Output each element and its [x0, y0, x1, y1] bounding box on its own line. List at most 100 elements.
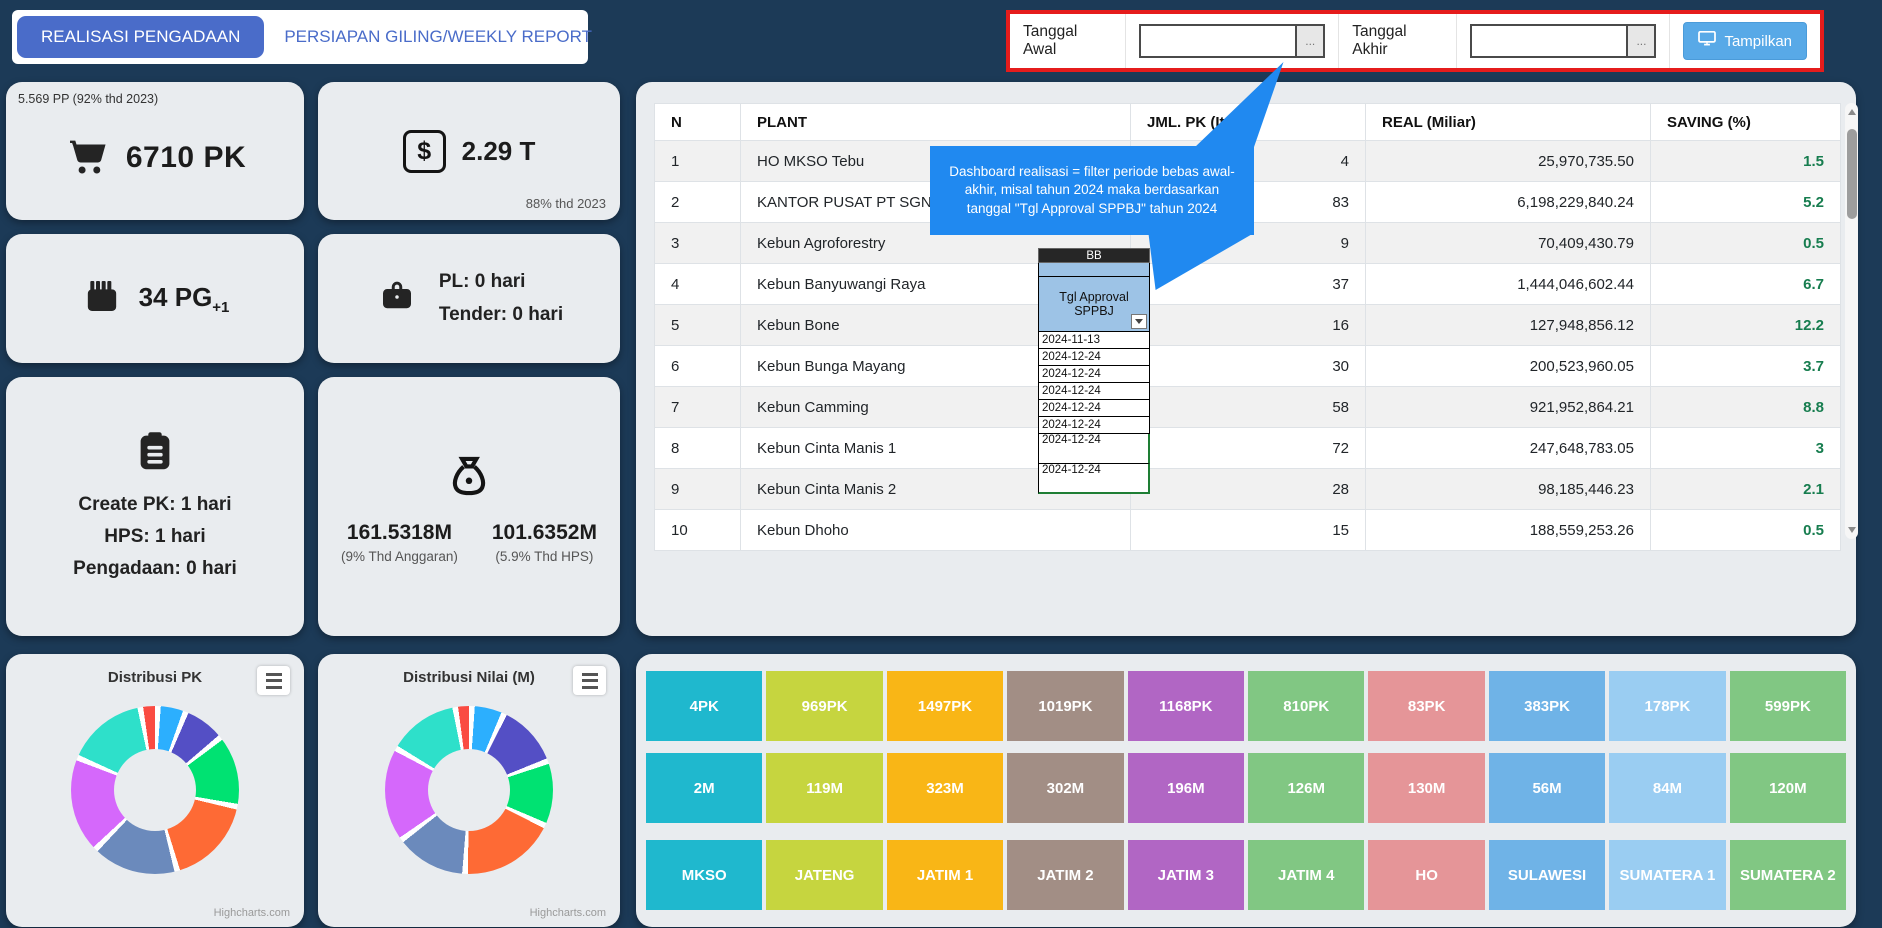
region-pk-cell: 178PK — [1609, 671, 1725, 741]
factory-icon — [81, 276, 123, 321]
tab-persiapan-giling-weekly-report[interactable]: PERSIAPAN GILING/WEEKLY REPORT — [270, 16, 606, 58]
pengadaan-line: Pengadaan: 0 hari — [73, 553, 237, 585]
pg-subscript: +1 — [212, 299, 229, 316]
dashboard-root: REALISASI PENGADAAN PERSIAPAN GILING/WEE… — [0, 0, 1882, 928]
jml-pk-cell: 16 — [1131, 305, 1366, 346]
region-name-cell: SUMATERA 2 — [1730, 840, 1846, 910]
cart-icon — [64, 135, 110, 182]
region-name-cell: JATIM 2 — [1007, 840, 1123, 910]
excel-date-cell: 2024-11-13 — [1038, 332, 1150, 349]
real-cell: 6,198,229,840.24 — [1366, 182, 1651, 223]
tanggal-akhir-cell: Tanggal Akhir — [1339, 14, 1457, 68]
tanggal-awal-picker-button[interactable]: ... — [1295, 24, 1325, 58]
region-name-row: MKSOJATENGJATIM 1JATIM 2JATIM 3JATIM 4HO… — [646, 840, 1846, 910]
distribusi-pk-donut[interactable] — [71, 706, 239, 874]
region-nilai-cell: 130M — [1368, 753, 1484, 823]
table-row: 4Kebun Banyuwangi Raya371,444,046,602.44… — [655, 264, 1841, 305]
scroll-up-arrow[interactable] — [1845, 105, 1858, 119]
highcharts-credit: Highcharts.com — [530, 907, 606, 919]
pg-value: 34 PG+1 — [139, 282, 230, 316]
region-nilai-cell: 119M — [766, 753, 882, 823]
real-cell: 200,523,960.05 — [1366, 346, 1651, 387]
region-pk-row: 4PK969PK1497PK1019PK1168PK810PK83PK383PK… — [646, 671, 1846, 741]
excel-date-cell: 2024-12-24 — [1038, 349, 1150, 366]
region-nilai-cell: 56M — [1489, 753, 1605, 823]
saving-cell: 0.5 — [1651, 223, 1841, 264]
region-nilai-cell: 2M — [646, 753, 762, 823]
saving-cell: 1.5 — [1651, 141, 1841, 182]
region-name-cell: JATIM 3 — [1128, 840, 1244, 910]
hps-line: HPS: 1 hari — [73, 521, 237, 553]
plant-cell: Kebun Dhoho — [741, 510, 1131, 551]
durasi-lines: Create PK: 1 hari HPS: 1 hari Pengadaan:… — [73, 489, 237, 586]
table-row: 8Kebun Cinta Manis 172247,648,783.053 — [655, 428, 1841, 469]
real-cell: 127,948,856.12 — [1366, 305, 1651, 346]
jml-pk-cell: 58 — [1131, 387, 1366, 428]
region-name-cell: JATENG — [766, 840, 882, 910]
n-cell: 8 — [655, 428, 741, 469]
region-nilai-cell: 126M — [1248, 753, 1364, 823]
region-name-cell: SULAWESI — [1489, 840, 1605, 910]
region-name-cell: HO — [1368, 840, 1484, 910]
saving-anggaran-value: 161.5318M — [341, 521, 458, 545]
n-cell: 2 — [655, 182, 741, 223]
real-cell: 1,444,046,602.44 — [1366, 264, 1651, 305]
nilai-total-value: 2.29 T — [462, 136, 536, 167]
money-bag-icon — [443, 450, 495, 507]
clipboard-list-icon — [132, 428, 178, 479]
saving-cell: 2.1 — [1651, 469, 1841, 510]
excel-date-cell: 2024-12-24 — [1038, 400, 1150, 417]
table-row: 9Kebun Cinta Manis 22898,185,446.232.1 — [655, 469, 1841, 510]
saving-hps-note: (5.9% Thd HPS) — [492, 549, 597, 564]
tampilkan-button[interactable]: Tampilkan — [1683, 22, 1807, 60]
kpi-card-pg: 34 PG+1 — [6, 234, 304, 363]
tanggal-akhir-label: Tanggal Akhir — [1352, 23, 1443, 59]
nilai-note: 88% thd 2023 — [526, 196, 606, 211]
n-cell: 4 — [655, 264, 741, 305]
excel-date-cell: 2024-12-24 — [1038, 366, 1150, 383]
jml-pk-cell: 72 — [1131, 428, 1366, 469]
scroll-down-arrow[interactable] — [1845, 523, 1858, 537]
saving-cell: 3.7 — [1651, 346, 1841, 387]
jml-pk-cell: 28 — [1131, 469, 1366, 510]
pl-tender-lines: PL: 0 hari Tender: 0 hari — [439, 266, 563, 331]
annotation-callout: Dashboard realisasi = filter periode beb… — [930, 146, 1254, 235]
n-cell: 1 — [655, 141, 741, 182]
distribusi-nilai-donut[interactable] — [385, 706, 553, 874]
tab-realisasi-pengadaan[interactable]: REALISASI PENGADAAN — [17, 16, 264, 58]
table-scrollbar[interactable] — [1845, 103, 1858, 539]
dollar-square-icon: $ — [403, 130, 446, 173]
kpi-card-total-pk: 5.569 PP (92% thd 2023) 6710 PK — [6, 82, 304, 220]
tampilkan-cell: Tampilkan — [1670, 14, 1820, 68]
monitor-icon — [1698, 31, 1716, 51]
pl-line: PL: 0 hari — [439, 266, 563, 298]
tender-line: Tender: 0 hari — [439, 299, 563, 331]
scrollbar-thumb[interactable] — [1847, 129, 1857, 219]
chart-menu-icon[interactable] — [257, 666, 290, 695]
n-cell: 9 — [655, 469, 741, 510]
region-pk-cell: 1497PK — [887, 671, 1003, 741]
distribusi-pk-card: Distribusi PK Highcharts.com — [6, 654, 304, 927]
region-nilai-cell: 120M — [1730, 753, 1846, 823]
region-pk-cell: 810PK — [1248, 671, 1364, 741]
kpi-card-total-nilai: $ 2.29 T 88% thd 2023 — [318, 82, 620, 220]
region-pk-cell: 969PK — [766, 671, 882, 741]
chart-menu-icon[interactable] — [573, 666, 606, 695]
saving-values: 161.5318M (9% Thd Anggaran) 101.6352M (5… — [341, 521, 597, 564]
table-row: 10Kebun Dhoho15188,559,253.260.5 — [655, 510, 1841, 551]
tanggal-awal-input[interactable] — [1139, 24, 1297, 58]
jml-pk-cell: 15 — [1131, 510, 1366, 551]
tanggal-akhir-input[interactable] — [1470, 24, 1628, 58]
tampilkan-label: Tampilkan — [1724, 33, 1792, 50]
tanggal-awal-input-cell: ... — [1126, 14, 1339, 68]
saving-cell: 5.2 — [1651, 182, 1841, 223]
tab-bar: REALISASI PENGADAAN PERSIAPAN GILING/WEE… — [12, 10, 588, 64]
kpi-card-saving: 161.5318M (9% Thd Anggaran) 101.6352M (5… — [318, 377, 620, 636]
n-cell: 6 — [655, 346, 741, 387]
jml-pk-cell: 30 — [1131, 346, 1366, 387]
real-cell: 70,409,430.79 — [1366, 223, 1651, 264]
real-cell: 188,559,253.26 — [1366, 510, 1651, 551]
tanggal-akhir-picker-button[interactable]: ... — [1626, 24, 1656, 58]
n-cell: 10 — [655, 510, 741, 551]
excel-date-cell: 2024-12-24 — [1038, 464, 1150, 494]
